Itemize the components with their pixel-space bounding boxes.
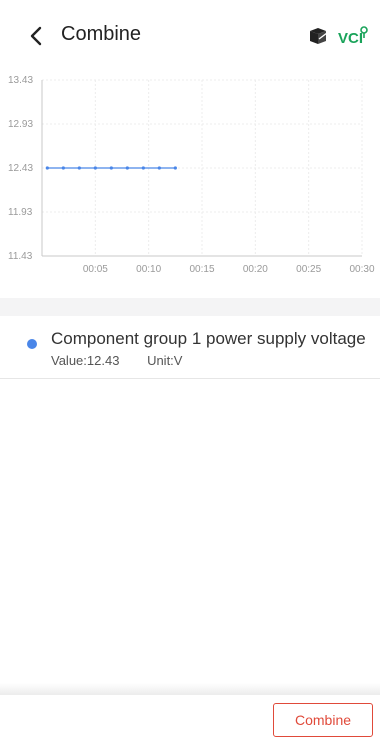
- vci-label: VCI: [338, 30, 363, 46]
- data-point: [173, 166, 177, 170]
- x-tick-label: 00:20: [243, 264, 268, 275]
- x-tick-label: 00:15: [189, 264, 214, 275]
- chevron-left-icon[interactable]: [22, 22, 50, 50]
- item-value: Value:12.43: [51, 353, 120, 368]
- y-tick-label: 11.93: [8, 207, 33, 218]
- data-point: [61, 166, 65, 170]
- item-meta: Value:12.43 Unit:V: [51, 353, 182, 368]
- data-point: [125, 166, 129, 170]
- y-tick-label: 13.43: [8, 75, 33, 86]
- page-title: Combine: [61, 23, 142, 45]
- data-point: [157, 166, 161, 170]
- x-tick-label: 00:10: [136, 264, 161, 275]
- line-chart: 13.43 12.93 12.43 11.93 11.43 00:05 00:10 00:15…: [0, 72, 380, 282]
- combine-button[interactable]: Combine: [273, 703, 373, 737]
- x-tick-label: 00:25: [296, 264, 321, 275]
- box-icon[interactable]: [307, 26, 329, 46]
- y-tick-label: 12.43: [8, 163, 33, 174]
- x-tick-label: 00:05: [83, 264, 108, 275]
- data-point: [77, 166, 81, 170]
- app-header: Combine VCI: [0, 0, 380, 72]
- y-tick-label: 12.93: [8, 119, 33, 130]
- item-unit: Unit:V: [147, 353, 183, 368]
- list-item[interactable]: Component group 1 power supply voltage V…: [0, 316, 380, 379]
- item-name: Component group 1 power supply voltage: [51, 329, 366, 348]
- data-point: [141, 166, 145, 170]
- data-point: [45, 166, 49, 170]
- vci-status-icon[interactable]: VCI: [337, 26, 371, 46]
- data-point: [93, 166, 97, 170]
- x-tick-label: 00:30: [349, 264, 374, 275]
- series-dot: [27, 339, 37, 349]
- y-tick-label: 11.43: [8, 251, 33, 262]
- bottom-shadow: [0, 683, 380, 695]
- data-point: [109, 166, 113, 170]
- chart-svg: 13.43 12.93 12.43 11.93 11.43 00:05 00:10 00:15…: [8, 75, 375, 275]
- section-divider: [0, 298, 380, 316]
